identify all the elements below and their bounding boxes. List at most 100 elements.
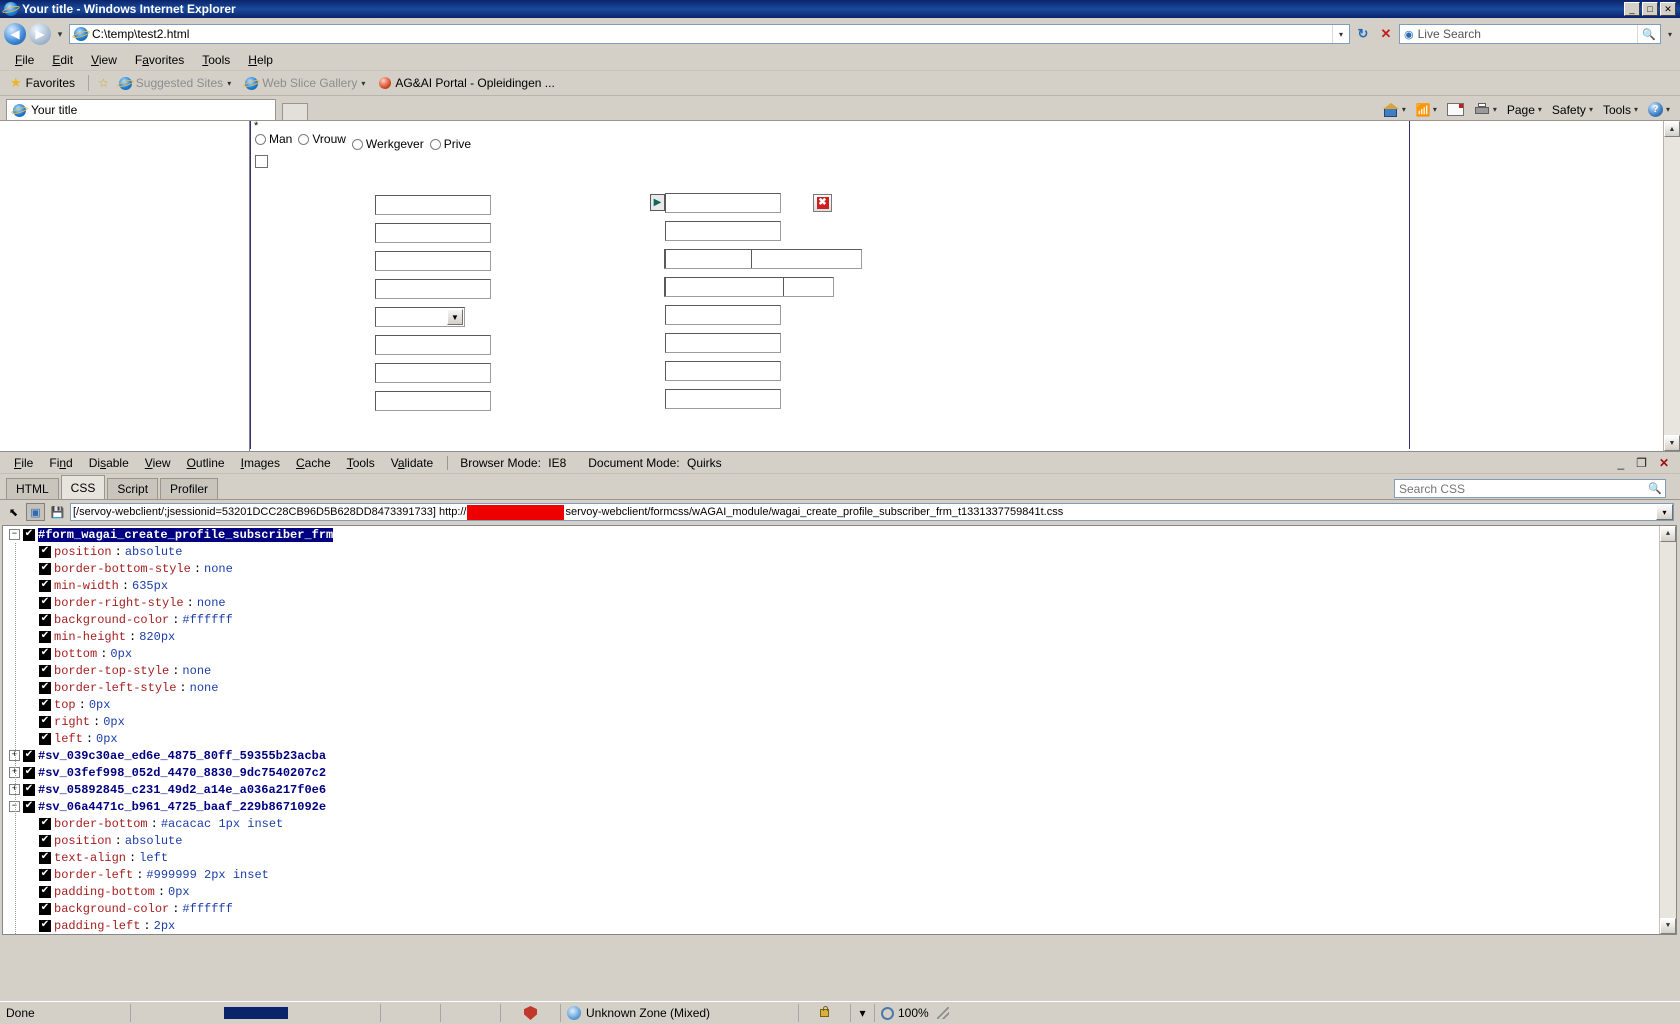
back-arrow-icon[interactable]: ◀: [4, 23, 26, 45]
css-declaration[interactable]: ✔ border-right-style : none: [3, 594, 1676, 611]
menu-item-view[interactable]: View: [82, 51, 126, 69]
add-favorite-icon[interactable]: ☆: [98, 76, 109, 90]
document-mode-indicator[interactable]: Document Mode: Quirks: [582, 454, 727, 472]
tab-script[interactable]: Script: [107, 478, 159, 499]
rule-enabled-checkbox[interactable]: ✔: [23, 749, 35, 762]
declaration-checkbox[interactable]: ✔: [39, 681, 51, 694]
refresh-icon[interactable]: ↻: [1353, 24, 1373, 44]
css-declaration[interactable]: ✔ bottom : 0px: [3, 645, 1676, 662]
declaration-checkbox[interactable]: ✔: [39, 715, 51, 728]
devtools-close-button[interactable]: ✕: [1656, 456, 1672, 470]
right-field-3[interactable]: [664, 249, 862, 269]
css-rules-tree[interactable]: − ✔ #form_wagai_create_profile_subscribe…: [2, 525, 1677, 935]
css-declaration[interactable]: ✔ border-left-style : none: [3, 679, 1676, 696]
right-field-5[interactable]: [665, 305, 781, 325]
css-declaration[interactable]: ✔ background-color : #ffffff: [3, 611, 1676, 628]
declaration-checkbox[interactable]: ✔: [39, 698, 51, 711]
stylesheet-url-bar[interactable]: [/servoy-webclient/;jsessionid=53201DCC2…: [70, 503, 1674, 521]
search-css-input[interactable]: [1395, 480, 1645, 497]
css-rule-selector[interactable]: − ✔ #form_wagai_create_profile_subscribe…: [3, 526, 1676, 543]
css-declaration[interactable]: ✔ border-bottom : #acacac 1px inset: [3, 815, 1676, 832]
radio-man[interactable]: Man: [255, 132, 292, 146]
maximize-button[interactable]: □: [1642, 2, 1658, 16]
declaration-checkbox[interactable]: ✔: [39, 664, 51, 677]
devtools-menu-file[interactable]: File: [6, 454, 41, 472]
browser-mode-indicator[interactable]: Browser Mode: IE8: [454, 454, 572, 472]
resize-grip[interactable]: [936, 1006, 950, 1020]
menu-item-edit[interactable]: Edit: [43, 51, 82, 69]
search-input[interactable]: ◉ Live Search 🔍: [1399, 24, 1661, 44]
declaration-checkbox[interactable]: ✔: [39, 596, 51, 609]
search-icon[interactable]: 🔍: [1645, 482, 1665, 495]
safety-menu-button[interactable]: Safety ▾: [1548, 102, 1597, 118]
css-declaration[interactable]: ✔ border-bottom-style : none: [3, 560, 1676, 577]
left-field-8[interactable]: [375, 391, 491, 411]
declaration-checkbox[interactable]: ✔: [39, 613, 51, 626]
save-icon[interactable]: 💾: [48, 503, 67, 521]
scroll-down-button[interactable]: ▼: [1664, 435, 1680, 451]
history-dropdown-icon[interactable]: ▾: [54, 29, 66, 40]
security-zone-indicator[interactable]: Unknown Zone (Mixed): [560, 1004, 798, 1022]
chevron-down-icon[interactable]: ▾: [1538, 105, 1542, 114]
favorites-button[interactable]: ★ Favorites: [6, 75, 79, 91]
tab-your-title[interactable]: Your title: [6, 99, 276, 120]
css-declaration[interactable]: ✔ left : 0px: [3, 730, 1676, 747]
devtools-menu-find[interactable]: Find: [41, 454, 80, 472]
css-declaration[interactable]: ✔ right : 0px: [3, 713, 1676, 730]
menu-item-help[interactable]: Help: [239, 51, 282, 69]
css-declaration[interactable]: ✔ text-align : left: [3, 849, 1676, 866]
menu-item-file[interactable]: File: [6, 51, 43, 69]
mail-button[interactable]: [1443, 102, 1468, 117]
rule-enabled-checkbox[interactable]: ✔: [23, 783, 35, 796]
minimize-button[interactable]: _: [1624, 2, 1640, 16]
css-declaration[interactable]: ✔ border-left : #999999 2px inset: [3, 866, 1676, 883]
protected-mode-indicator[interactable]: [500, 1004, 560, 1022]
rule-enabled-checkbox[interactable]: ✔: [23, 800, 35, 813]
declaration-checkbox[interactable]: ✔: [39, 851, 51, 864]
css-rule-selector[interactable]: + ✔ #sv_05892845_c231_49d2_a14e_a036a217…: [3, 781, 1676, 798]
rule-enabled-checkbox[interactable]: ✔: [23, 528, 35, 541]
css-rule-selector[interactable]: − ✔ #sv_06a4471c_b961_4725_baaf_229b8671…: [3, 798, 1676, 815]
devtools-menu-tools[interactable]: Tools: [339, 454, 383, 472]
tab-profiler[interactable]: Profiler: [160, 478, 219, 499]
css-declaration[interactable]: ✔ padding-left : 2px: [3, 917, 1676, 934]
delete-row-button[interactable]: ✖: [813, 194, 832, 212]
tools-menu-button[interactable]: Tools ▾: [1599, 102, 1642, 118]
css-declaration[interactable]: ✔ position : absolute: [3, 543, 1676, 560]
help-menu-button[interactable]: ? ▾: [1644, 101, 1674, 118]
chevron-down-icon[interactable]: ▾: [1656, 504, 1673, 520]
scroll-up-button[interactable]: ▲: [1664, 121, 1680, 137]
devtools-search-box[interactable]: 🔍: [1394, 479, 1666, 498]
clear-styles-icon[interactable]: ▣: [26, 503, 45, 521]
zoom-dropdown-button[interactable]: ▾: [850, 1004, 874, 1022]
left-field-6[interactable]: [375, 335, 491, 355]
print-button[interactable]: ▾: [1470, 102, 1501, 117]
address-input[interactable]: C:\temp\test2.html ▾: [69, 24, 1350, 44]
search-icon[interactable]: 🔍: [1637, 25, 1660, 43]
css-declaration[interactable]: ✔ border-top-style : none: [3, 662, 1676, 679]
declaration-checkbox[interactable]: ✔: [39, 732, 51, 745]
chevron-down-icon[interactable]: ▾: [1433, 105, 1437, 114]
chevron-down-icon[interactable]: ▾: [227, 79, 231, 88]
stop-icon[interactable]: ✕: [1376, 24, 1396, 44]
rule-enabled-checkbox[interactable]: ✔: [23, 766, 35, 779]
green-arrow-button[interactable]: ▶: [650, 194, 665, 211]
css-declaration[interactable]: ✔ min-height : 820px: [3, 628, 1676, 645]
devtools-menu-view[interactable]: View: [137, 454, 179, 472]
new-tab-button[interactable]: [282, 103, 308, 120]
devtools-menu-validate[interactable]: Validate: [383, 454, 442, 472]
right-field-7[interactable]: [665, 361, 781, 381]
declaration-checkbox[interactable]: ✔: [39, 834, 51, 847]
declaration-checkbox[interactable]: ✔: [39, 545, 51, 558]
right-field-1[interactable]: [665, 193, 781, 213]
radio-prive[interactable]: Prive: [429, 137, 471, 151]
devtools-minimize-button[interactable]: _: [1614, 456, 1627, 470]
devtools-restore-button[interactable]: ❐: [1633, 456, 1650, 470]
forward-arrow-icon[interactable]: ▶: [29, 23, 51, 45]
right-field-2[interactable]: [665, 221, 781, 241]
form-checkbox[interactable]: [255, 155, 268, 168]
scroll-up-button[interactable]: ▲: [1660, 526, 1676, 542]
radio-werkgever[interactable]: Werkgever: [351, 137, 424, 151]
left-field-4[interactable]: [375, 279, 491, 299]
right-field-8[interactable]: [665, 389, 781, 409]
